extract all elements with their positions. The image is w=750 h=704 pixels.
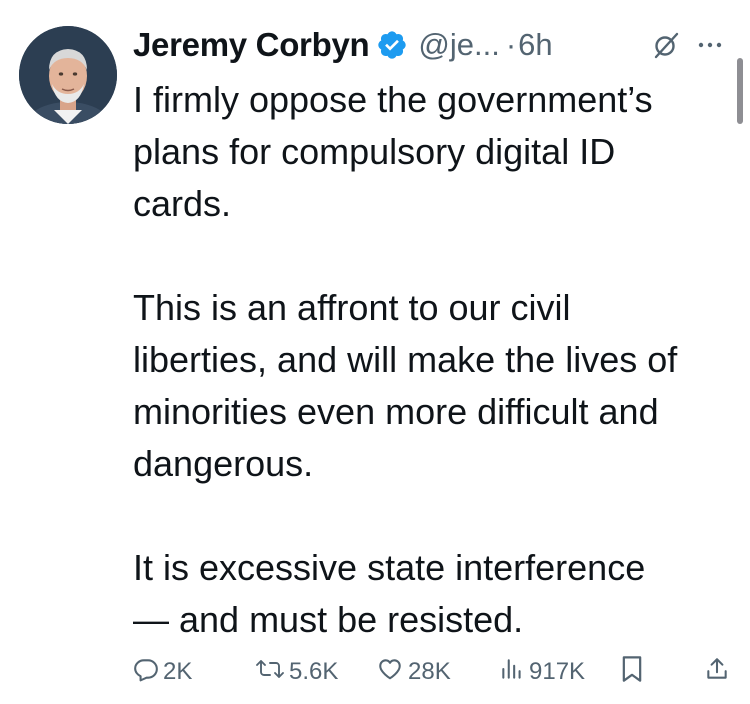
views-icon <box>499 656 525 689</box>
heart-icon <box>376 656 404 689</box>
text-line: minorities even more difficult and <box>133 391 659 432</box>
tweet-paragraph-1: I firmly oppose the government’s plans f… <box>133 74 733 230</box>
share-button[interactable] <box>704 652 730 692</box>
action-bar: 2K 5.6K 28K 917K <box>0 652 750 692</box>
repost-button[interactable]: 5.6K <box>255 652 338 692</box>
text-line: plans for compulsory digital ID <box>133 131 616 172</box>
reply-button[interactable]: 2K <box>133 652 192 692</box>
more-dots-icon[interactable] <box>695 30 725 60</box>
tweet-header: Jeremy Corbyn @je... · 6h <box>133 22 553 68</box>
reply-count: 2K <box>163 658 193 685</box>
text-line: This is an affront to our civil <box>133 287 571 328</box>
share-icon <box>704 655 730 690</box>
like-count: 28K <box>408 658 451 685</box>
author-handle[interactable]: @je... <box>418 27 499 63</box>
bookmark-icon <box>620 655 644 690</box>
reply-icon <box>133 656 159 689</box>
text-line: I firmly oppose the government’s <box>133 79 653 120</box>
author-name[interactable]: Jeremy Corbyn <box>133 26 370 64</box>
text-line: cards. <box>133 183 232 224</box>
verified-badge-icon[interactable] <box>376 29 408 61</box>
avatar[interactable] <box>19 26 117 124</box>
grok-icon[interactable] <box>651 30 681 60</box>
like-button[interactable]: 28K <box>376 652 451 692</box>
text-line: liberties, and will make the lives of <box>133 339 678 380</box>
tweet-paragraph-3: It is excessive state interference — and… <box>133 542 733 646</box>
tweet-paragraph-2: This is an affront to our civil libertie… <box>133 282 733 490</box>
repost-icon <box>255 656 285 689</box>
views-button[interactable]: 917K <box>499 652 585 692</box>
repost-count: 5.6K <box>289 658 339 685</box>
timestamp[interactable]: 6h <box>518 27 552 63</box>
tweet[interactable]: Jeremy Corbyn @je... · 6h I firmly oppos… <box>0 0 750 704</box>
separator-dot: · <box>505 27 517 62</box>
text-line: It is excessive state interference <box>133 547 646 588</box>
scrollbar[interactable] <box>737 58 743 124</box>
bookmark-button[interactable] <box>620 652 644 692</box>
text-line: — and must be resisted. <box>133 599 524 640</box>
text-line: dangerous. <box>133 443 314 484</box>
views-count: 917K <box>529 658 586 685</box>
tweet-text: I firmly oppose the government’s plans f… <box>133 74 733 646</box>
